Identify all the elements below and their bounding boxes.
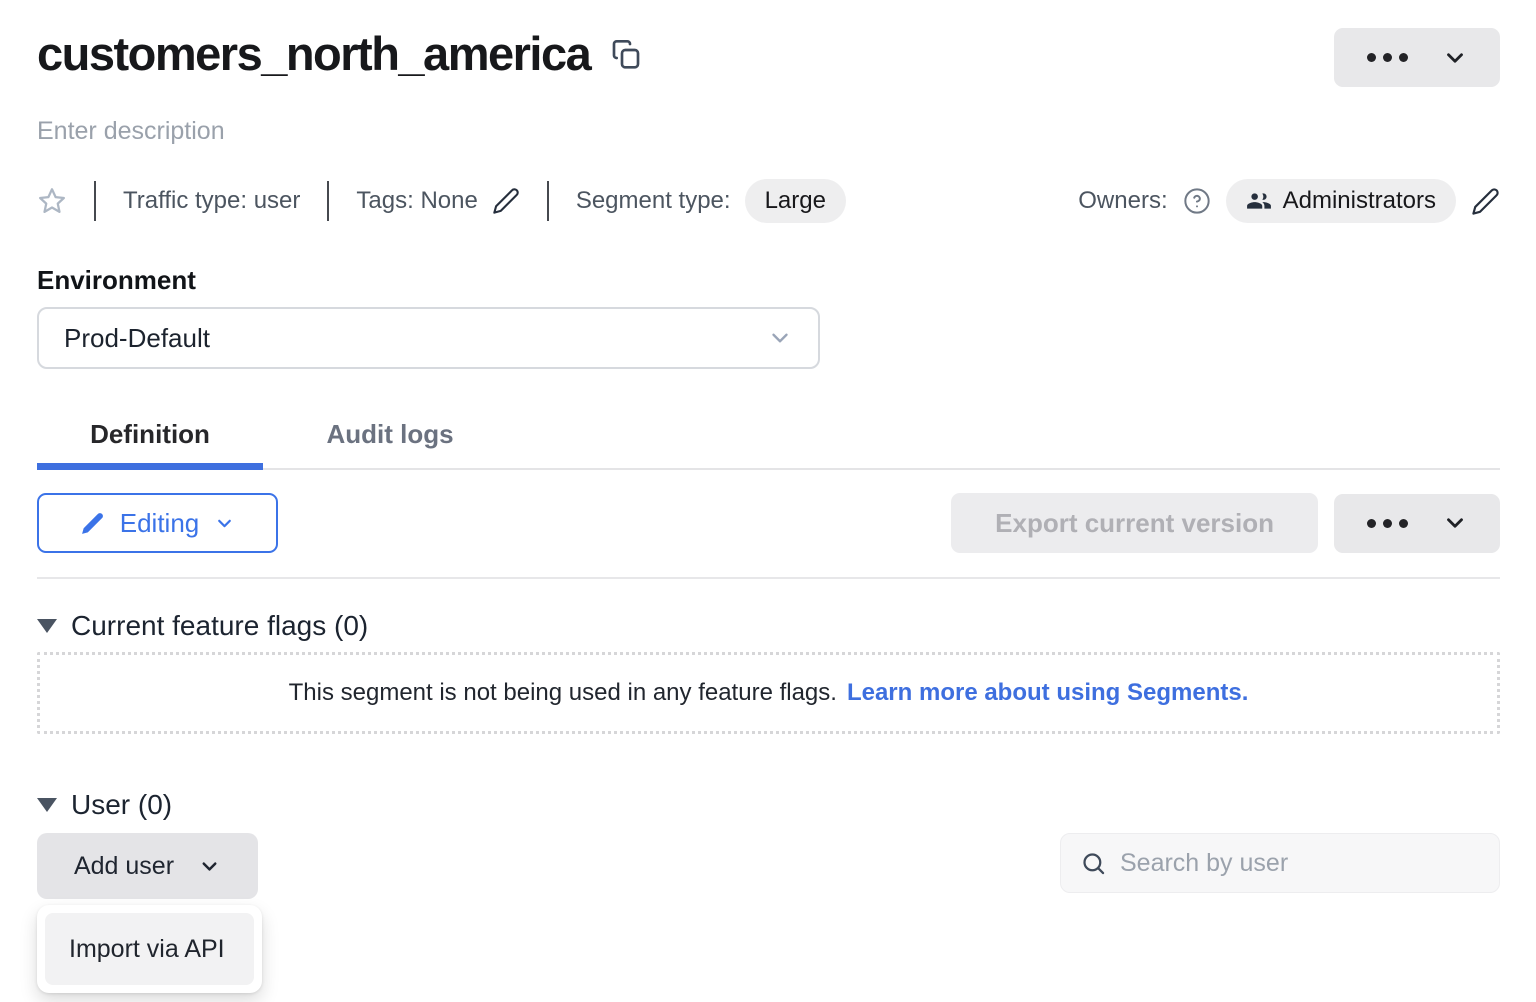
chevron-down-icon bbox=[1442, 510, 1468, 536]
people-icon bbox=[1246, 188, 1272, 214]
owners-value: Administrators bbox=[1283, 187, 1436, 215]
feature-flags-section-header[interactable]: Current feature flags (0) bbox=[37, 610, 1500, 642]
ellipsis-icon bbox=[1367, 519, 1408, 528]
definition-toolbar: Editing Export current version bbox=[37, 493, 1500, 553]
star-icon[interactable] bbox=[37, 186, 67, 216]
description-placeholder[interactable]: Enter description bbox=[37, 117, 1500, 146]
divider bbox=[547, 181, 549, 221]
feature-flags-heading: Current feature flags (0) bbox=[71, 610, 368, 642]
add-user-dropdown-menu: Import via API bbox=[37, 905, 262, 993]
tags-label: Tags: None bbox=[356, 187, 477, 215]
environment-select[interactable]: Prod-Default bbox=[37, 307, 820, 369]
tab-definition[interactable]: Definition bbox=[37, 406, 263, 470]
add-user-label: Add user bbox=[74, 852, 174, 881]
chevron-down-icon bbox=[767, 325, 793, 351]
chevron-down-icon bbox=[1442, 45, 1468, 71]
environment-label: Environment bbox=[37, 265, 1500, 296]
header-more-button[interactable] bbox=[1334, 28, 1500, 87]
page-title: customers_north_america bbox=[37, 28, 590, 80]
menu-item-import-via-api[interactable]: Import via API bbox=[45, 913, 254, 985]
edit-pencil-icon[interactable] bbox=[492, 187, 520, 215]
toolbar-right: Export current version bbox=[951, 493, 1500, 553]
traffic-type: Traffic type: user bbox=[123, 187, 300, 215]
export-current-version-button[interactable]: Export current version bbox=[951, 493, 1318, 553]
segment-type-label: Segment type: bbox=[576, 187, 731, 215]
user-section-header[interactable]: User (0) bbox=[37, 789, 1500, 821]
collapse-caret-icon bbox=[37, 619, 57, 633]
segment-type: Segment type: Large bbox=[576, 179, 846, 223]
editing-mode-button[interactable]: Editing bbox=[37, 493, 278, 553]
segment-type-badge: Large bbox=[745, 179, 846, 223]
traffic-type-label: Traffic type: user bbox=[123, 187, 300, 215]
page-header: customers_north_america bbox=[37, 28, 1500, 87]
chevron-down-icon bbox=[198, 855, 221, 878]
collapse-caret-icon bbox=[37, 798, 57, 812]
owners-label: Owners: bbox=[1078, 187, 1167, 215]
divider bbox=[327, 181, 329, 221]
meta-row: Traffic type: user Tags: None Segment ty… bbox=[37, 179, 1500, 223]
copy-icon[interactable] bbox=[610, 38, 642, 70]
pencil-icon bbox=[80, 511, 105, 536]
toolbar-more-button[interactable] bbox=[1334, 494, 1500, 553]
search-icon bbox=[1080, 850, 1107, 877]
owners-group: Owners: Administrators bbox=[1078, 179, 1500, 223]
editing-label: Editing bbox=[120, 508, 200, 539]
user-search-box bbox=[1060, 833, 1500, 893]
divider bbox=[94, 181, 96, 221]
chevron-down-icon bbox=[214, 513, 235, 534]
ellipsis-icon bbox=[1367, 53, 1408, 62]
tab-audit-logs[interactable]: Audit logs bbox=[277, 406, 503, 470]
add-user-button[interactable]: Add user bbox=[37, 833, 258, 899]
learn-more-link[interactable]: Learn more about using Segments. bbox=[847, 679, 1248, 707]
user-controls-row: Add user Import via API bbox=[37, 833, 1500, 899]
help-circle-icon[interactable] bbox=[1183, 187, 1211, 215]
edit-owners-pencil-icon[interactable] bbox=[1471, 187, 1500, 216]
user-heading: User (0) bbox=[71, 789, 172, 821]
tab-bar: Definition Audit logs bbox=[37, 406, 1500, 470]
environment-selected-value: Prod-Default bbox=[64, 323, 210, 354]
empty-state-message: This segment is not being used in any fe… bbox=[289, 679, 837, 707]
owners-badge[interactable]: Administrators bbox=[1226, 179, 1456, 223]
user-search-input[interactable] bbox=[1120, 849, 1480, 878]
feature-flags-empty-state: This segment is not being used in any fe… bbox=[37, 652, 1500, 734]
title-group: customers_north_america bbox=[37, 28, 642, 80]
tags: Tags: None bbox=[356, 187, 519, 215]
segment-detail-page: customers_north_america Enter descriptio… bbox=[0, 0, 1536, 899]
section-divider bbox=[37, 577, 1500, 579]
